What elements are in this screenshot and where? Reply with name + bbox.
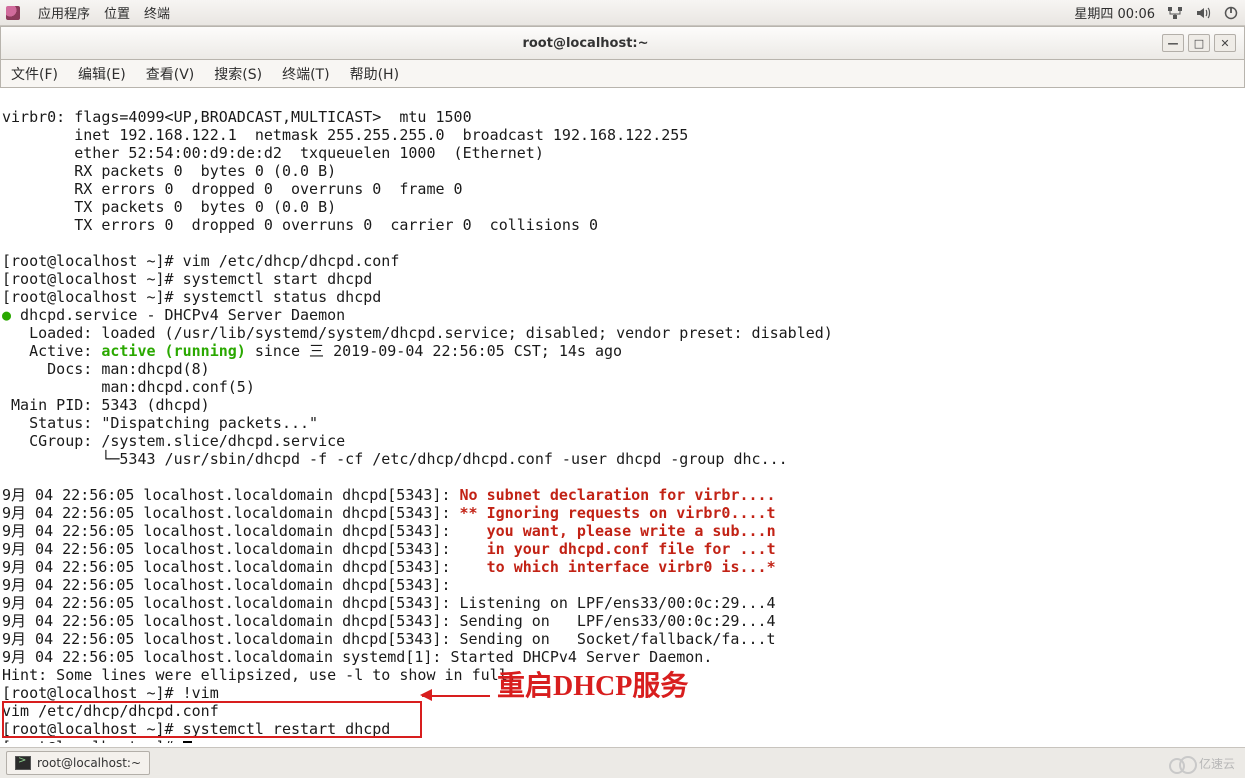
menu-edit[interactable]: 编辑(E) <box>74 62 130 86</box>
close-button[interactable]: ✕ <box>1214 34 1236 52</box>
menu-terminal[interactable]: 终端 <box>144 3 170 22</box>
clock-label[interactable]: 星期四 00:06 <box>1074 3 1155 22</box>
term-line: Docs: man:dhcpd(8) <box>2 360 210 378</box>
term-warning: to which interface virbr0 is...* <box>487 558 776 576</box>
term-line: 9月 04 22:56:05 localhost.localdomain sys… <box>2 648 712 666</box>
term-line: inet 192.168.122.1 netmask 255.255.255.0… <box>2 126 688 144</box>
annotation-arrow-head-icon <box>420 689 432 701</box>
term-line: Active: <box>2 342 101 360</box>
term-line: Main PID: 5343 (dhcpd) <box>2 396 210 414</box>
term-line: ether 52:54:00:d9:de:d2 txqueuelen 1000 … <box>2 144 544 162</box>
term-line: Hint: Some lines were ellipsized, use -l… <box>2 666 517 684</box>
status-active: active (running) <box>101 342 246 360</box>
term-line: dhcpd.service - DHCPv4 Server Daemon <box>11 306 345 324</box>
term-prompt: [root@localhost ~]# <box>2 738 183 743</box>
term-line: RX errors 0 dropped 0 overruns 0 frame 0 <box>2 180 463 198</box>
term-line: [root@localhost ~]# systemctl restart dh… <box>2 720 390 738</box>
window-title: root@localhost:~ <box>9 36 1162 51</box>
taskbar-item-label: root@localhost:~ <box>37 756 141 770</box>
taskbar-item-terminal[interactable]: root@localhost:~ <box>6 751 150 775</box>
term-warning: ** Ignoring requests on virbr0....t <box>460 504 776 522</box>
term-warning: No subnet declaration for virbr.... <box>460 486 776 504</box>
power-icon[interactable] <box>1223 5 1239 21</box>
cursor-icon <box>183 741 192 743</box>
terminal-icon <box>15 756 31 770</box>
term-line: 9月 04 22:56:05 localhost.localdomain dhc… <box>2 540 487 558</box>
term-line: 9月 04 22:56:05 localhost.localdomain dhc… <box>2 594 776 612</box>
network-icon[interactable] <box>1167 5 1183 21</box>
term-line: RX packets 0 bytes 0 (0.0 B) <box>2 162 336 180</box>
sound-icon[interactable] <box>1195 5 1211 21</box>
term-line: 9月 04 22:56:05 localhost.localdomain dhc… <box>2 522 487 540</box>
term-line: [root@localhost ~]# vim /etc/dhcp/dhcpd.… <box>2 252 399 270</box>
terminal-menu-bar: 文件(F) 编辑(E) 查看(V) 搜索(S) 终端(T) 帮助(H) <box>0 60 1245 88</box>
term-line: CGroup: /system.slice/dhcpd.service <box>2 432 345 450</box>
annotation-arrow-line <box>422 695 490 697</box>
term-warning: you want, please write a sub...n <box>487 522 776 540</box>
term-line: [root@localhost ~]# !vim <box>2 684 219 702</box>
distro-icon <box>6 6 20 20</box>
term-line: 9月 04 22:56:05 localhost.localdomain dhc… <box>2 630 776 648</box>
term-line: 9月 04 22:56:05 localhost.localdomain dhc… <box>2 576 460 594</box>
menu-search[interactable]: 搜索(S) <box>210 62 266 86</box>
watermark: 亿速云 <box>1169 755 1235 772</box>
term-line: man:dhcpd.conf(5) <box>2 378 255 396</box>
watermark-icon <box>1169 756 1195 772</box>
window-title-bar[interactable]: root@localhost:~ — □ ✕ <box>0 26 1245 60</box>
term-line: 9月 04 22:56:05 localhost.localdomain dhc… <box>2 612 776 630</box>
term-line: 9月 04 22:56:05 localhost.localdomain dhc… <box>2 558 487 576</box>
menu-view[interactable]: 查看(V) <box>142 62 199 86</box>
term-line: since 三 2019-09-04 22:56:05 CST; 14s ago <box>246 342 622 360</box>
menu-places[interactable]: 位置 <box>104 3 130 22</box>
menu-file[interactable]: 文件(F) <box>7 62 62 86</box>
desktop-taskbar: root@localhost:~ 亿速云 <box>0 747 1245 778</box>
term-warning: in your dhcpd.conf file for ...t <box>487 540 776 558</box>
desktop-top-bar: 应用程序 位置 终端 星期四 00:06 <box>0 0 1245 26</box>
term-line: TX errors 0 dropped 0 overruns 0 carrier… <box>2 216 598 234</box>
term-line: 9月 04 22:56:05 localhost.localdomain dhc… <box>2 486 460 504</box>
term-line: 9月 04 22:56:05 localhost.localdomain dhc… <box>2 504 460 522</box>
term-line: [root@localhost ~]# systemctl start dhcp… <box>2 270 372 288</box>
menu-terminal[interactable]: 终端(T) <box>278 62 333 86</box>
term-line: [root@localhost ~]# systemctl status dhc… <box>2 288 381 306</box>
term-line: Loaded: loaded (/usr/lib/systemd/system/… <box>2 324 833 342</box>
annotation-text: 重启DHCP服务 <box>497 678 688 696</box>
menu-help[interactable]: 帮助(H) <box>346 62 403 86</box>
term-line: virbr0: flags=4099<UP,BROADCAST,MULTICAS… <box>2 108 472 126</box>
term-line: Status: "Dispatching packets..." <box>2 414 318 432</box>
menu-applications[interactable]: 应用程序 <box>38 3 90 22</box>
minimize-button[interactable]: — <box>1162 34 1184 52</box>
terminal-output[interactable]: virbr0: flags=4099<UP,BROADCAST,MULTICAS… <box>0 88 1245 743</box>
maximize-button[interactable]: □ <box>1188 34 1210 52</box>
watermark-text: 亿速云 <box>1199 755 1235 772</box>
term-line: └─5343 /usr/sbin/dhcpd -f -cf /etc/dhcp/… <box>2 450 788 468</box>
status-bullet-icon: ● <box>2 306 11 324</box>
term-line: vim /etc/dhcp/dhcpd.conf <box>2 702 219 720</box>
term-line: TX packets 0 bytes 0 (0.0 B) <box>2 198 336 216</box>
